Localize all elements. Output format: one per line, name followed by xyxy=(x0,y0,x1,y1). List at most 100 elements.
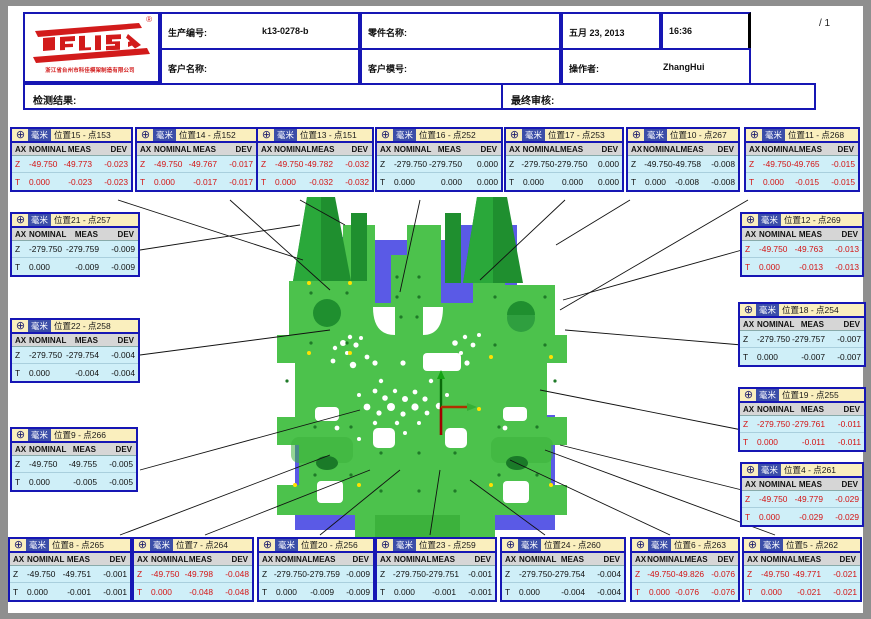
measurement-box-m8[interactable]: ⊕ 毫米 位置8 - 点265 AX NOMINAL MEAS DEV Z -49.750 -49… xyxy=(8,537,132,602)
cell-ax: Z xyxy=(745,244,751,254)
time-value: 16:36 xyxy=(669,26,693,36)
cell-dev: -0.021 xyxy=(833,586,857,597)
cell-ax: T xyxy=(380,176,386,187)
cell-meas: -0.023 xyxy=(68,176,92,187)
cell-meas: -279.759 xyxy=(306,569,340,579)
cell-meas: -0.011 xyxy=(801,436,825,447)
col-nominal: NOMINAL xyxy=(29,229,67,239)
col-meas: MEAS xyxy=(311,144,335,154)
measurement-box-m20[interactable]: ⊕ 毫米 位置20 - 点256 AX NOMINAL MEAS DEV Z -279.750-… xyxy=(257,537,375,602)
col-nominal: NOMINAL xyxy=(759,229,797,239)
cell-dev: -0.004 xyxy=(597,586,621,597)
measurement-box-m16[interactable]: ⊕ 毫米 位置16 - 点252 AX NOMINAL MEAS DEV Z -279.750-… xyxy=(375,127,503,192)
measurement-box-m21[interactable]: ⊕ 毫米 位置21 - 点257 AX NOMINAL MEAS DEV Z -279.750-… xyxy=(10,212,140,277)
measurement-box-m6[interactable]: ⊕ 毫米 位置6 - 点263 AX NOMINAL MEAS DEV Z -49.750 -49… xyxy=(630,537,740,602)
cell-dev: -0.013 xyxy=(835,261,859,272)
measurement-box-m10[interactable]: ⊕ 毫米 位置10 - 点267 AX NOMINAL MEAS DEV Z -49.750 -4… xyxy=(626,127,740,192)
cell-ax: Z xyxy=(15,459,21,469)
measurement-box-m11[interactable]: ⊕ 毫米 位置11 - 点268 AX NOMINAL MEAS DEV Z -49.750 -4… xyxy=(744,127,860,192)
measurement-row: T 0.000 -0.009 -0.009 xyxy=(12,258,138,275)
measurement-box-title: ⊕ 毫米 位置6 - 点263 xyxy=(632,539,738,553)
measurement-location-label: 位置17 - 点253 xyxy=(548,130,605,140)
measurement-location-label: 位置19 - 点255 xyxy=(782,390,839,400)
measurement-box-m14[interactable]: ⊕ 毫米 位置14 - 点152 AX NOMINAL MEAS DEV Z -49.750 -4… xyxy=(135,127,258,192)
col-nominal: NOMINAL xyxy=(274,144,312,154)
measurement-box-m23[interactable]: ⊕ 毫米 位置23 - 点259 AX NOMINAL MEAS DEV Z -279.750-… xyxy=(375,537,497,602)
cell-dev: 0.000 xyxy=(598,159,619,169)
unit-badge: 毫米 xyxy=(150,539,174,551)
cell-ax: Z xyxy=(509,159,515,169)
cell-ax: T xyxy=(15,176,21,187)
cell-meas: -49.763 xyxy=(794,244,823,254)
measurement-box-m18[interactable]: ⊕ 毫米 位置18 - 点254 AX NOMINAL MEAS DEV Z -279.750-… xyxy=(738,302,866,367)
cell-meas: -279.754 xyxy=(65,350,99,360)
position-tolerance-icon: ⊕ xyxy=(380,538,391,551)
cell-meas: -279.750 xyxy=(428,159,462,169)
measurement-row: Z -49.750 -49.758 -0.008 xyxy=(628,156,738,173)
cell-meas: -49.798 xyxy=(184,569,213,579)
measurement-box-m13[interactable]: ⊕ 毫米 位置13 - 点151 AX NOMINAL MEAS DEV Z -49.750 -4… xyxy=(256,127,374,192)
company-logo-cell: ® 浙江省台州市科佳模架制造有限公司 xyxy=(23,12,160,83)
position-tolerance-icon: ⊕ xyxy=(505,538,516,551)
col-dev: DEV xyxy=(841,229,858,239)
date-cell: 五月 23, 2013 xyxy=(561,12,661,50)
operator-value: ZhangHui xyxy=(663,62,705,72)
cell-meas: -0.015 xyxy=(795,176,819,187)
page-margin-left xyxy=(0,0,8,619)
cell-dev: -0.001 xyxy=(103,586,127,597)
cell-dev: -0.032 xyxy=(345,159,369,169)
cell-dev: -0.001 xyxy=(103,569,127,579)
cell-dev: -0.007 xyxy=(837,334,861,344)
part-name-label: 零件名称: xyxy=(368,28,407,38)
time-cell: 16:36 xyxy=(661,12,751,50)
position-tolerance-icon: ⊕ xyxy=(262,538,273,551)
measurement-location-label: 位置8 - 点265 xyxy=(52,540,104,550)
measurement-box-m15[interactable]: ⊕ 毫米 位置15 - 点153 AX NOMINAL MEAS DEV Z -49.750 -4… xyxy=(10,127,133,192)
cell-nominal: -279.750 xyxy=(518,569,553,579)
cell-ax: Z xyxy=(747,569,753,579)
cell-meas: -0.076 xyxy=(675,586,699,597)
cell-ax: T xyxy=(745,511,751,522)
measurement-box-m9[interactable]: ⊕ 毫米 位置9 - 点266 AX NOMINAL MEAS DEV Z -49.750 -49… xyxy=(10,427,138,492)
col-ax: AX xyxy=(380,144,392,154)
col-ax: AX xyxy=(749,144,761,154)
cell-dev: -0.013 xyxy=(835,244,859,254)
measurement-box-title: ⊕ 毫米 位置19 - 点255 xyxy=(740,389,864,403)
cell-ax: Z xyxy=(137,569,143,579)
cad-model-viewport[interactable] xyxy=(255,185,585,545)
cell-nominal: 0.000 xyxy=(761,586,782,597)
measurement-box-m22[interactable]: ⊕ 毫米 位置22 - 点258 AX NOMINAL MEAS DEV Z -279.750-… xyxy=(10,318,140,383)
cell-meas: -0.007 xyxy=(801,351,825,362)
cell-dev: -0.004 xyxy=(111,367,135,378)
col-ax: AX xyxy=(747,554,759,564)
measurement-box-m24[interactable]: ⊕ 毫米 位置24 - 点260 AX NOMINAL MEAS DEV Z -279.750-… xyxy=(500,537,626,602)
measurement-box-m4[interactable]: ⊕ 毫米 位置4 - 点261 AX NOMINAL MEAS DEV Z -49.750 -49… xyxy=(740,462,864,527)
cell-meas: -279.754 xyxy=(552,569,586,579)
measurement-box-m19[interactable]: ⊕ 毫米 位置19 - 点255 AX NOMINAL MEAS DEV Z -279.750-… xyxy=(738,387,866,452)
cell-nominal: -279.750 xyxy=(757,419,791,429)
position-tolerance-icon: ⊕ xyxy=(745,463,756,476)
cell-nominal: -279.750 xyxy=(757,334,791,344)
cell-nominal: 0.000 xyxy=(519,586,540,597)
measurement-box-m12[interactable]: ⊕ 毫米 位置12 - 点269 AX NOMINAL MEAS DEV Z -49.750 -4… xyxy=(740,212,864,277)
cell-nominal: 0.000 xyxy=(757,436,778,447)
measurement-box-m7[interactable]: ⊕ 毫米 位置7 - 点264 AX NOMINAL MEAS DEV Z -49.750 -49… xyxy=(132,537,254,602)
col-nominal: NOMINAL xyxy=(29,444,67,454)
unit-badge: 毫米 xyxy=(153,129,177,141)
cell-dev: -0.048 xyxy=(225,586,249,597)
measurement-column-headers: AX NOMINAL MEAS DEV xyxy=(258,143,372,156)
measurement-box-m17[interactable]: ⊕ 毫米 位置17 - 点253 AX NOMINAL MEAS DEV Z -279.750-… xyxy=(504,127,624,192)
cell-dev: -0.008 xyxy=(711,159,735,169)
cell-nominal: -279.750 xyxy=(392,569,426,579)
kejia-logo-icon xyxy=(33,23,150,63)
cell-dev: 0.000 xyxy=(477,159,498,169)
measurement-column-headers: AX NOMINAL MEAS DEV xyxy=(134,553,252,566)
cell-nominal: -279.750 xyxy=(273,569,307,579)
measurement-row: Z -49.750 -49.751 -0.001 xyxy=(10,566,130,583)
unit-badge: 毫米 xyxy=(28,429,52,441)
cell-ax: Z xyxy=(15,244,21,254)
cell-dev: -0.004 xyxy=(111,350,135,360)
measurement-location-label: 位置11 - 点268 xyxy=(788,130,845,140)
measurement-box-m5[interactable]: ⊕ 毫米 位置5 - 点262 AX NOMINAL MEAS DEV Z -49.750 -49… xyxy=(742,537,862,602)
measurement-row: Z -279.750 -279.759 -0.009 xyxy=(12,241,138,258)
